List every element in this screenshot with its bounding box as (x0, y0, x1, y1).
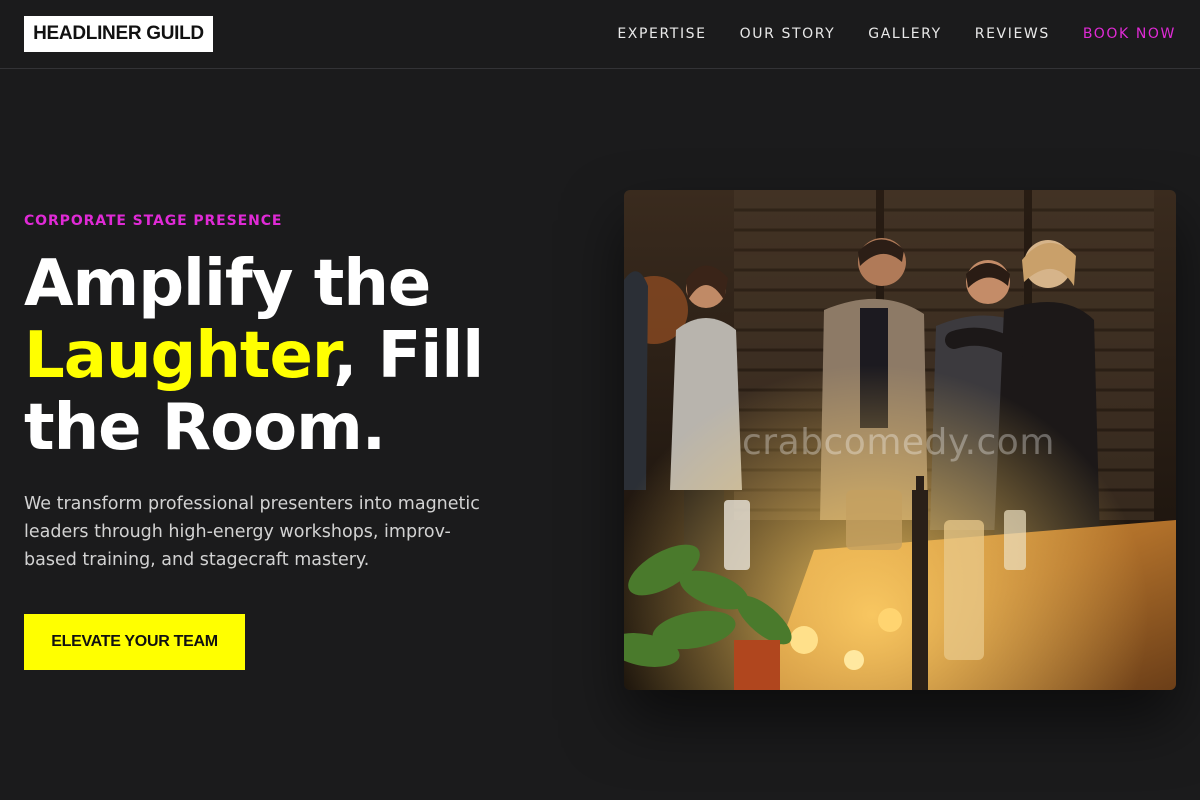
elevate-team-button[interactable]: ELEVATE YOUR TEAM (24, 614, 245, 670)
headline-line-3: the Room. (24, 391, 386, 465)
nav-link-expertise[interactable]: EXPERTISE (617, 26, 706, 42)
headline-line-2-rest: , Fill (333, 319, 484, 393)
hero-eyebrow: CORPORATE STAGE PRESENCE (24, 213, 283, 229)
hero-description: We transform professional presenters int… (24, 494, 480, 570)
hero-headline: Amplify the Laughter, Fill the Room. (24, 248, 584, 464)
photo-watermark: crabcomedy.com (742, 422, 1055, 463)
headline-line-1: Amplify the (24, 247, 431, 321)
hero-photo: crabcomedy.com (624, 190, 1176, 690)
headline-highlight: Laughter (24, 319, 334, 393)
main-nav: EXPERTISE OUR STORY GALLERY REVIEWS BOOK… (617, 0, 1176, 68)
logo[interactable]: HEADLINER GUILD (24, 16, 213, 52)
nav-link-reviews[interactable]: REVIEWS (975, 26, 1050, 42)
site-header: HEADLINER GUILD EXPERTISE OUR STORY GALL… (0, 0, 1200, 69)
nav-link-our-story[interactable]: OUR STORY (740, 26, 836, 42)
nav-link-gallery[interactable]: GALLERY (868, 26, 941, 42)
nav-link-book-now[interactable]: BOOK NOW (1083, 26, 1176, 42)
